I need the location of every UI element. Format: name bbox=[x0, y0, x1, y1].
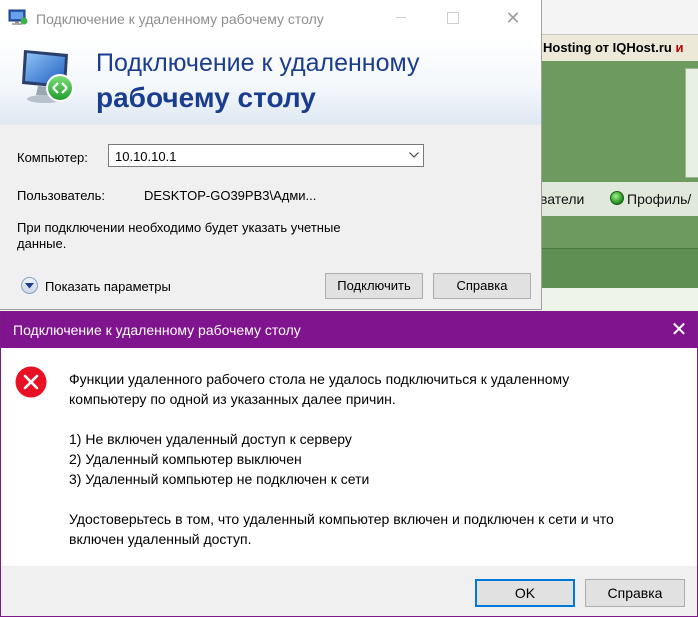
hosting-suffix: и bbox=[675, 40, 684, 55]
computer-value: 10.10.10.1 bbox=[115, 149, 177, 164]
nav-profile-label: Профиль/ bbox=[627, 191, 692, 207]
error-dialog-titlebar[interactable]: Подключение к удаленному рабочему столу … bbox=[1, 312, 697, 348]
error-reason-1: 1) Не включен удаленный доступ к серверу bbox=[69, 431, 352, 447]
error-advice-line1: Удостоверьтесь в том, что удаленный комп… bbox=[69, 511, 614, 527]
rdp-window-title: Подключение к удаленному рабочему столу bbox=[36, 11, 324, 27]
close-icon: ✕ bbox=[505, 8, 521, 28]
error-message-line2: компьютеру по одной из указанных далее п… bbox=[69, 391, 396, 407]
close-icon: ✕ bbox=[670, 319, 688, 341]
credentials-note-line2: данные. bbox=[17, 236, 67, 251]
background-hosting-text: Hosting от IQHost.ru и bbox=[543, 40, 683, 55]
computer-combobox[interactable]: 10.10.10.1 bbox=[108, 144, 424, 167]
error-help-button[interactable]: Справка bbox=[585, 579, 685, 607]
computer-label: Компьютер: bbox=[17, 150, 88, 165]
error-reason-2: 2) Удаленный компьютер выключен bbox=[69, 451, 302, 467]
error-icon bbox=[15, 366, 47, 398]
credentials-note-line1: При подключении необходимо будет указать… bbox=[17, 220, 341, 235]
expand-circle-icon[interactable] bbox=[21, 277, 38, 294]
user-value: DESKTOP-GO39PB3\Адми... bbox=[144, 188, 317, 203]
maximize-button[interactable] bbox=[430, 0, 476, 36]
hosting-link[interactable]: Hosting от IQHost.ru bbox=[543, 40, 672, 55]
user-label: Пользователь: bbox=[17, 188, 105, 203]
error-message-line1: Функции удаленного рабочего стола не уда… bbox=[69, 371, 570, 387]
error-close-button[interactable]: ✕ bbox=[661, 312, 697, 348]
error-advice-line2: включен удаленный доступ. bbox=[69, 531, 252, 547]
error-dialog-title: Подключение к удаленному рабочему столу bbox=[13, 322, 301, 338]
globe-icon bbox=[610, 191, 624, 205]
nav-users-link[interactable]: ватели bbox=[540, 191, 584, 207]
chevron-down-icon[interactable] bbox=[409, 152, 419, 158]
ok-button[interactable]: OK bbox=[475, 579, 575, 607]
background-top-strip bbox=[540, 0, 698, 34]
rdp-app-icon bbox=[8, 9, 28, 25]
rdp-window: Подключение к удаленному рабочему столу … bbox=[0, 0, 542, 310]
background-green-panel bbox=[540, 61, 698, 248]
rdp-titlebar[interactable]: Подключение к удаленному рабочему столу … bbox=[0, 0, 541, 36]
banner-title-line2: рабочему столу bbox=[96, 82, 316, 113]
minimize-button[interactable] bbox=[378, 0, 424, 36]
nav-profile-link[interactable]: Профиль/ bbox=[610, 191, 691, 207]
background-nav: ватели Профиль/ bbox=[540, 182, 698, 216]
banner-divider bbox=[0, 123, 541, 125]
background-hosting-bar: Hosting от IQHost.ru и bbox=[540, 34, 698, 62]
connect-button[interactable]: Подключить bbox=[325, 273, 423, 299]
monitor-icon bbox=[22, 50, 74, 103]
rdp-close-button[interactable]: ✕ bbox=[490, 0, 536, 36]
error-dialog: Подключение к удаленному рабочему столу … bbox=[0, 311, 698, 617]
banner-title-line1: Подключение к удаленному bbox=[96, 49, 420, 77]
rdp-help-button[interactable]: Справка bbox=[433, 273, 531, 299]
background-scroll-box bbox=[685, 68, 698, 178]
maximize-icon bbox=[447, 12, 459, 24]
error-reason-3: 3) Удаленный компьютер не подключен к се… bbox=[69, 471, 370, 487]
minimize-icon bbox=[396, 17, 406, 19]
show-options-link[interactable]: Показать параметры bbox=[45, 279, 171, 294]
background-band bbox=[540, 248, 698, 289]
